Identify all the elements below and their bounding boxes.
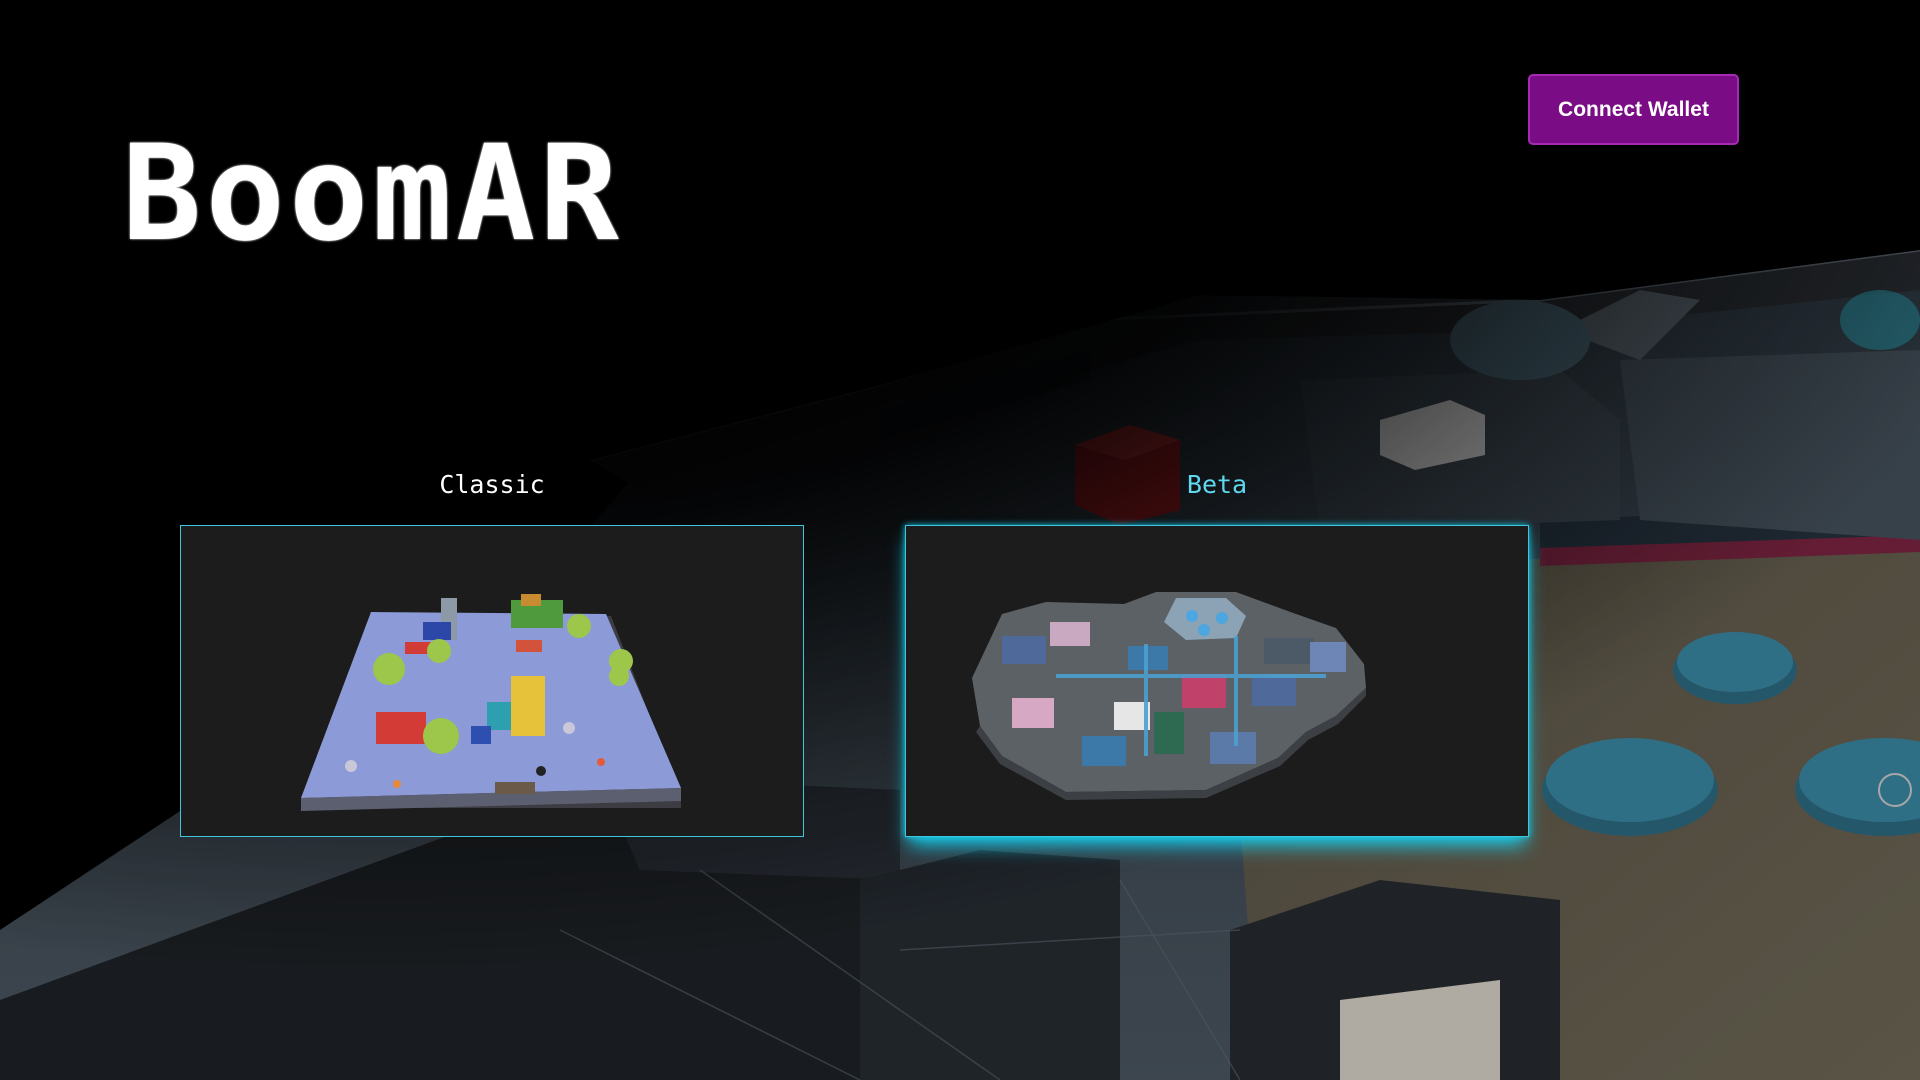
classic-map-preview-icon <box>301 594 681 811</box>
map-label-beta: Beta <box>1186 470 1248 499</box>
map-card-classic[interactable] <box>180 525 804 837</box>
game-title: BoomAR <box>122 117 623 271</box>
game-lobby-screen: BoomAR Connect Wallet Classic Beta <box>0 0 1920 1080</box>
map-card-beta[interactable] <box>905 525 1529 837</box>
connect-wallet-button[interactable]: Connect Wallet <box>1528 74 1739 145</box>
beta-map-preview-icon <box>972 592 1366 800</box>
map-label-classic: Classic <box>439 470 545 499</box>
